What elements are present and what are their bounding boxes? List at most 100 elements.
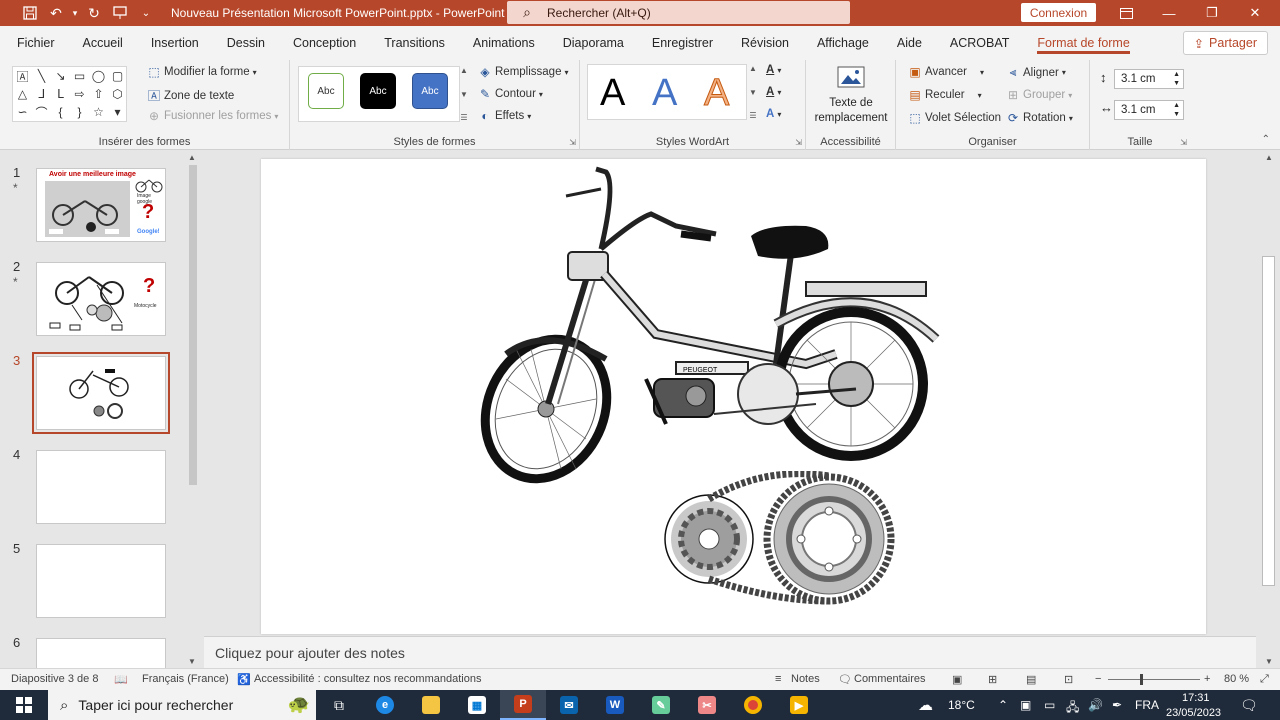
moped-image[interactable]: PEUGEOT [476, 164, 946, 489]
alt-text-button[interactable]: Texte de remplacement [806, 96, 896, 126]
pen-icon[interactable]: ✒ [1112, 698, 1122, 712]
curve-shape-icon[interactable]: ∽ [13, 103, 32, 121]
close-icon[interactable]: ✕ [1232, 0, 1278, 26]
powerpoint-taskbar-icon[interactable]: P [500, 690, 546, 720]
restore-icon[interactable]: ❐ [1189, 0, 1235, 26]
arrow-up-shape-icon[interactable]: ⇧ [89, 85, 108, 103]
volume-icon[interactable]: 🔊 [1088, 698, 1103, 712]
oval-shape-icon[interactable]: ◯ [89, 67, 108, 85]
alt-text-icon[interactable] [836, 65, 866, 94]
tab-accueil[interactable]: Accueil [69, 26, 137, 60]
shape-styles-scroll[interactable]: ▲ ▼ ☰ [458, 66, 470, 122]
rotation-button[interactable]: ⟳ Rotation ▾ [1006, 111, 1073, 125]
dialog-launcher-icon[interactable]: ⇲ [795, 138, 802, 147]
slide-thumbnail-1[interactable]: Avoir une meilleure image Image google ?… [36, 168, 166, 242]
connector-icon[interactable]: ᒪ [51, 85, 70, 103]
zoom-in-icon[interactable]: + [1204, 673, 1210, 685]
comments-button[interactable]: Commentaires [854, 673, 926, 685]
brace-right-icon[interactable]: } [70, 103, 89, 121]
notification-icon[interactable]: 🗨 [1240, 697, 1258, 714]
modifier-forme-button[interactable]: ⬚ Modifier la forme ▾ [147, 65, 256, 79]
zoom-slider[interactable] [1108, 679, 1200, 680]
task-view-icon[interactable]: ⧉ [316, 690, 362, 720]
width-input[interactable]: 3.1 cm ▲ ▼ [1114, 100, 1184, 120]
spellcheck-icon[interactable]: 📖 [114, 673, 128, 686]
undo-icon[interactable]: ↶ [43, 0, 69, 26]
zone-texte-button[interactable]: 🄰 Zone de texte [147, 87, 234, 104]
scroll-down-icon[interactable]: ▼ [188, 657, 196, 666]
scroll-up-icon[interactable]: ▲ [1265, 153, 1273, 162]
zoom-out-icon[interactable]: − [1095, 673, 1101, 685]
shape-style-2[interactable]: Abc [360, 73, 396, 109]
edge-icon[interactable]: e [362, 690, 408, 720]
mail-icon[interactable]: ✉ [546, 690, 592, 720]
scroll-down-icon[interactable]: ▼ [749, 88, 757, 97]
rectangle-shape-icon[interactable]: ▭ [70, 67, 89, 85]
zoom-level[interactable]: 80 % [1224, 673, 1249, 685]
slide-sorter-icon[interactable]: ⊞ [988, 673, 997, 686]
tray-app-icon[interactable]: ▣ [1020, 698, 1031, 712]
share-button[interactable]: ⇪ Partager [1182, 31, 1268, 55]
dialog-launcher-icon[interactable]: ⇲ [1180, 138, 1187, 147]
accessibility-status[interactable]: Accessibilité : consultez nos recommanda… [254, 673, 481, 685]
scroll-down-icon[interactable]: ▼ [1265, 657, 1273, 666]
more-icon[interactable]: ☰ [460, 113, 467, 122]
arc-shape-icon[interactable]: ⌒ [32, 103, 51, 121]
tab-enregistrer[interactable]: Enregistrer [638, 26, 727, 60]
scroll-down-icon[interactable]: ▼ [460, 90, 468, 99]
notes-pane[interactable]: Cliquez pour ajouter des notes [204, 636, 1256, 668]
connexion-button[interactable]: Connexion [1021, 3, 1096, 22]
redo-icon[interactable]: ↻ [81, 0, 107, 26]
tab-revision[interactable]: Révision [727, 26, 803, 60]
tab-insertion[interactable]: Insertion [137, 26, 213, 60]
taskbar-search-input[interactable]: ⌕ Taper ici pour rechercher 🐢 [48, 690, 316, 720]
snipping-icon[interactable]: ✂ [684, 690, 730, 720]
weather-icon[interactable]: ☁ [918, 696, 933, 714]
weather-temp[interactable]: 18°C [948, 698, 975, 712]
wordart-style-2[interactable]: A [652, 72, 677, 115]
chrome-icon[interactable] [730, 690, 776, 720]
present-icon[interactable] [107, 0, 133, 26]
shape-style-3[interactable]: Abc [412, 73, 448, 109]
contour-button[interactable]: ✎ Contour ▾ [478, 87, 543, 101]
height-input[interactable]: 3.1 cm ▲ ▼ [1114, 69, 1184, 89]
fusionner-formes-button[interactable]: ⊕ Fusionner les formes ▾ [147, 109, 278, 123]
slide-thumbnail-2[interactable]: ? Motocycle [36, 262, 166, 336]
wordart-style-1[interactable]: A [600, 72, 625, 115]
dialog-launcher-icon[interactable]: ⇲ [569, 138, 576, 147]
spinner-icon[interactable]: ▲ ▼ [1173, 101, 1180, 119]
media-player-icon[interactable]: ▶ [776, 690, 822, 720]
text-fill-button[interactable]: A ▾ [766, 64, 781, 76]
grouper-button[interactable]: ⊞ Grouper ▾ [1006, 88, 1072, 102]
brace-left-icon[interactable]: { [51, 103, 70, 121]
language-indicator[interactable]: FRA [1135, 698, 1159, 712]
scroll-up-icon[interactable]: ▲ [749, 64, 757, 73]
star-shape-icon[interactable]: ☆ [89, 103, 108, 121]
clock-time[interactable]: 17:31 [1182, 692, 1210, 704]
arrow-shape-icon[interactable]: ↘ [51, 67, 70, 85]
elbow-connector-icon[interactable]: ᒧ [32, 85, 51, 103]
normal-view-icon[interactable]: ▣ [952, 673, 962, 686]
word-icon[interactable]: W [592, 690, 638, 720]
tab-transitions[interactable]: Transitions [370, 26, 459, 60]
tab-animations[interactable]: Animations [459, 26, 549, 60]
rounded-rect-shape-icon[interactable]: ▢ [108, 67, 127, 85]
spinner-icon[interactable]: ▲ ▼ [1173, 70, 1180, 88]
zoom-slider-thumb[interactable] [1140, 674, 1143, 685]
minimize-icon[interactable]: — [1146, 0, 1192, 26]
network-icon[interactable]: 🖧 [1066, 698, 1079, 719]
ribbon-display-icon[interactable] [1103, 0, 1149, 26]
more-icon[interactable]: ☰ [749, 111, 756, 120]
text-outline-button[interactable]: A ▾ [766, 86, 781, 98]
fit-slide-icon[interactable]: ⤢ [1260, 673, 1269, 686]
customize-qat-icon[interactable]: ⌄ [133, 0, 159, 26]
save-icon[interactable] [17, 0, 43, 26]
aligner-button[interactable]: ⫷ Aligner ▾ [1006, 65, 1066, 80]
paint-icon[interactable]: ✎ [638, 690, 684, 720]
notes-button[interactable]: Notes [791, 673, 820, 685]
slide-thumbnail-4[interactable] [36, 450, 166, 524]
reading-view-icon[interactable]: ▤ [1026, 673, 1036, 686]
file-explorer-icon[interactable] [408, 690, 454, 720]
more-shapes-icon[interactable]: ▾ [108, 103, 127, 121]
scroll-up-icon[interactable]: ▲ [460, 66, 468, 75]
